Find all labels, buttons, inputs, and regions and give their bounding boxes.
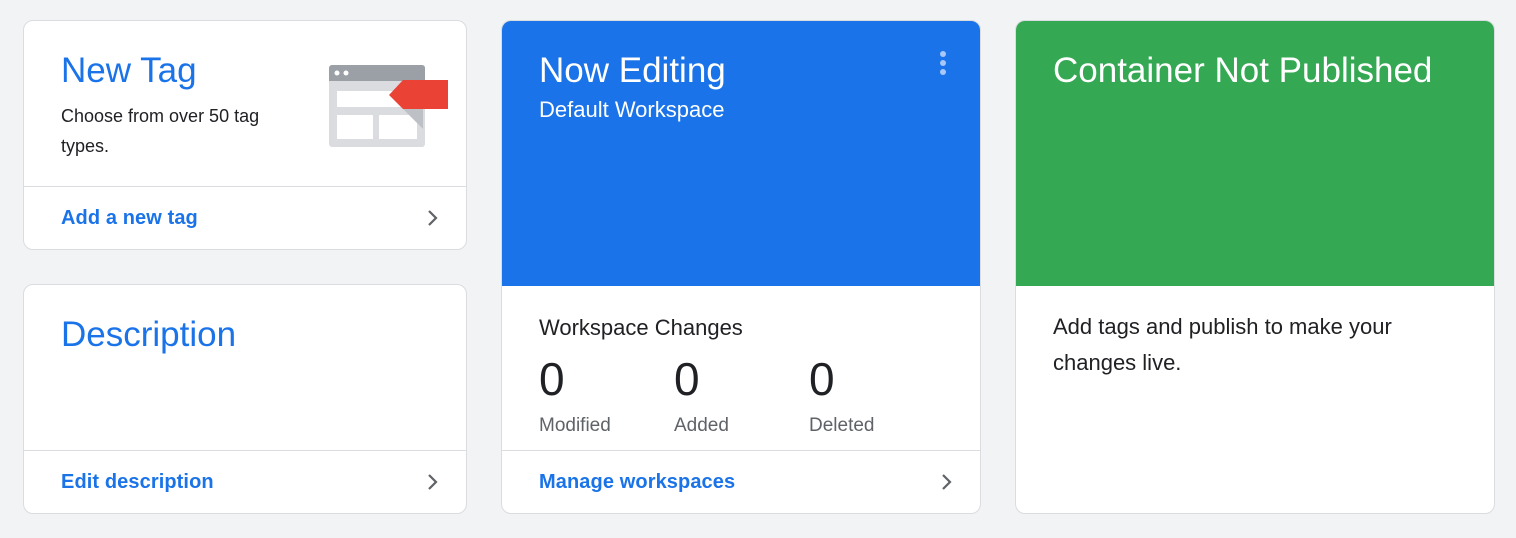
stat-added: 0 Added xyxy=(674,351,729,437)
stat-modified-value: 0 xyxy=(539,353,565,405)
publish-status-description: Add tags and publish to make your change… xyxy=(1053,314,1392,375)
new-tag-card: New Tag Choose from over 50 tag types. A… xyxy=(23,20,467,250)
manage-workspaces-label: Manage workspaces xyxy=(539,470,736,493)
publish-status-header: Container Not Published xyxy=(1016,21,1494,286)
new-tag-card-body[interactable]: New Tag Choose from over 50 tag types. xyxy=(24,21,466,188)
manage-workspaces-link[interactable]: Manage workspaces xyxy=(502,450,980,513)
stat-deleted-label: Deleted xyxy=(809,415,875,436)
container-not-published-title: Container Not Published xyxy=(1053,51,1433,90)
edit-description-label: Edit description xyxy=(61,470,214,493)
stat-added-label: Added xyxy=(674,415,729,436)
add-new-tag-link[interactable]: Add a new tag xyxy=(24,186,466,249)
workspace-header: Now Editing Default Workspace xyxy=(502,21,980,286)
edit-description-link[interactable]: Edit description xyxy=(24,450,466,513)
more-vert-icon[interactable] xyxy=(934,51,952,83)
stat-deleted-value: 0 xyxy=(809,353,835,405)
stat-deleted: 0 Deleted xyxy=(809,351,875,437)
add-new-tag-label: Add a new tag xyxy=(61,206,198,229)
chevron-right-icon xyxy=(942,474,952,490)
now-editing-title: Now Editing xyxy=(539,51,726,90)
workspace-card: Now Editing Default Workspace Workspace … xyxy=(501,20,981,514)
new-tag-description: Choose from over 50 tag types. xyxy=(61,106,260,156)
stat-modified: 0 Modified xyxy=(539,351,611,437)
stat-added-value: 0 xyxy=(674,353,700,405)
workspace-name: Default Workspace xyxy=(539,97,725,122)
publish-status-card: Container Not Published Add tags and pub… xyxy=(1015,20,1495,514)
tag-types-illustration-icon xyxy=(329,65,448,147)
description-title: Description xyxy=(61,315,237,354)
new-tag-title: New Tag xyxy=(61,51,197,90)
description-card: Description Edit description xyxy=(23,284,467,514)
chevron-right-icon xyxy=(428,210,438,226)
stat-modified-label: Modified xyxy=(539,415,611,436)
chevron-right-icon xyxy=(428,474,438,490)
workspace-changes-title: Workspace Changes xyxy=(539,315,743,340)
